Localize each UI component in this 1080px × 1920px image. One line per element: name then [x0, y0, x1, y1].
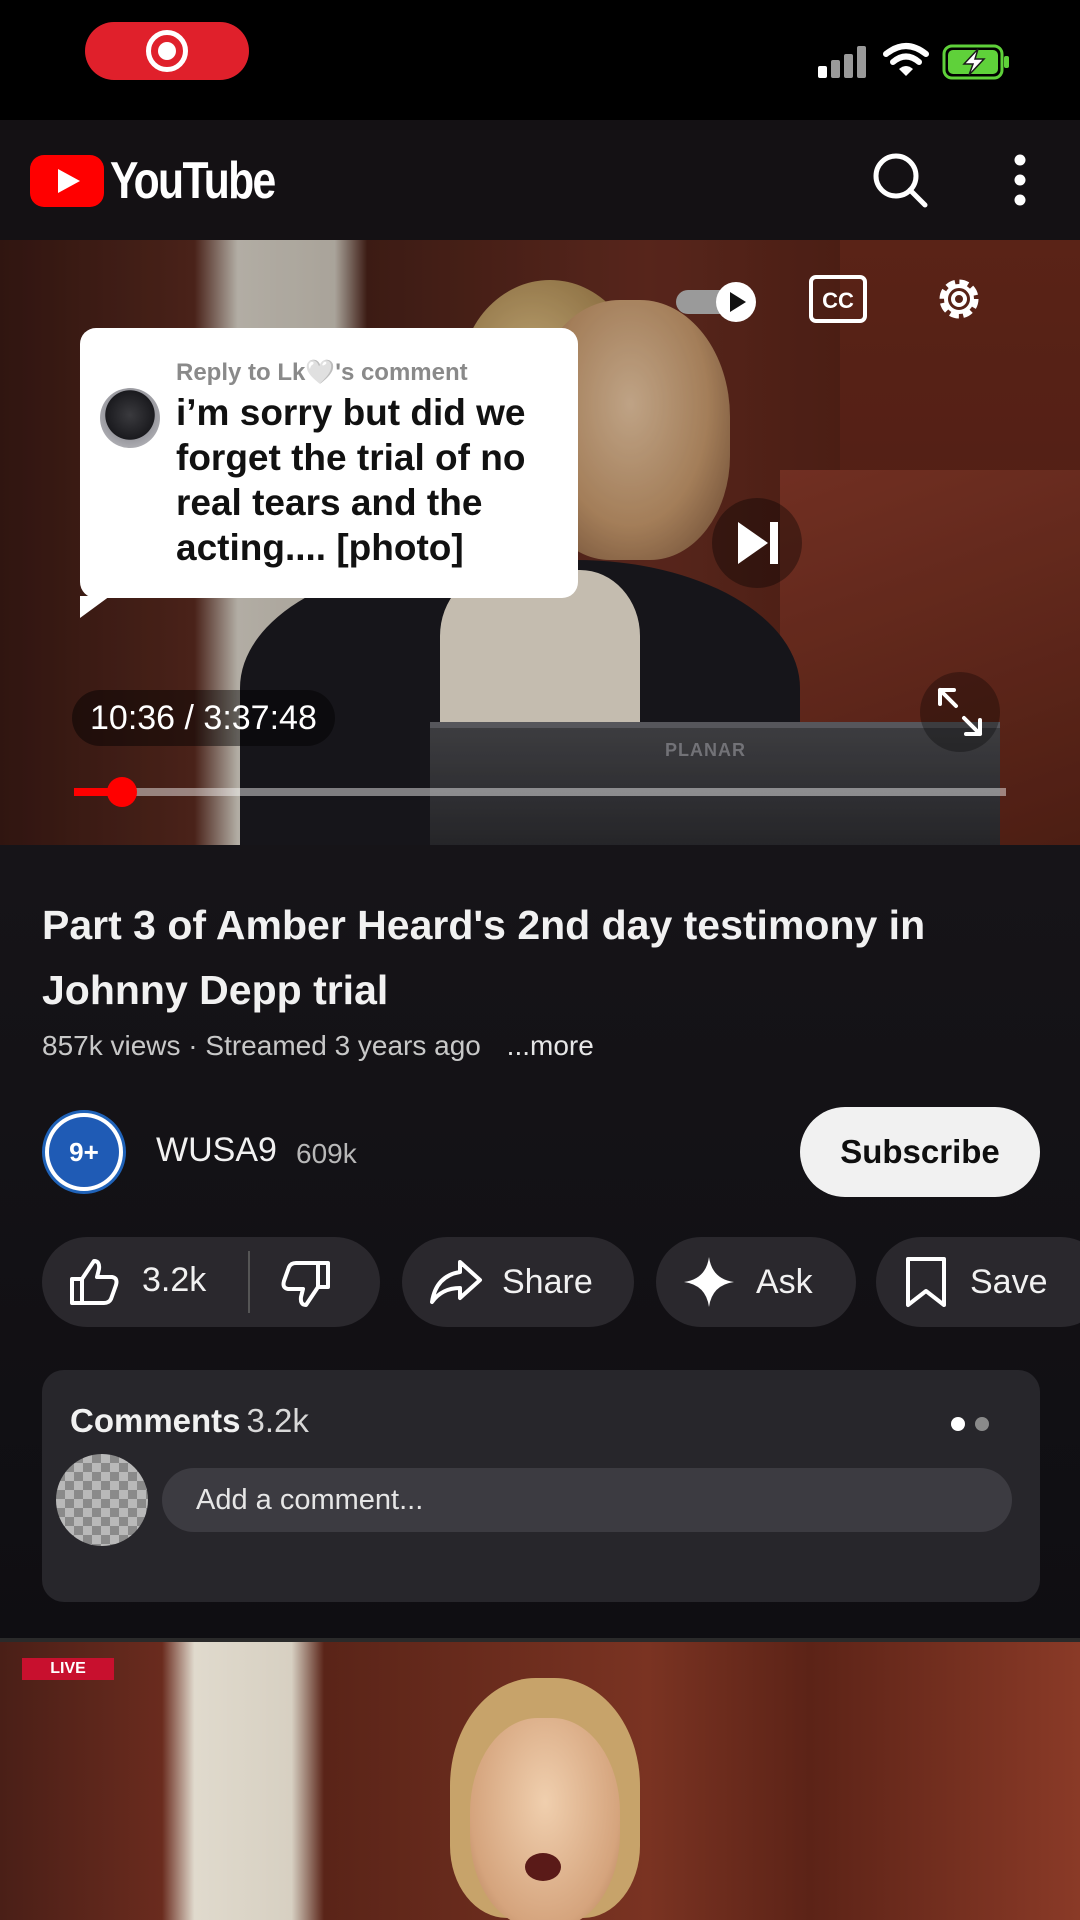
more-link[interactable]: ...more [507, 1030, 594, 1061]
next-track-icon[interactable] [712, 498, 802, 588]
svg-text:CC: CC [822, 288, 854, 313]
video-meta[interactable]: 857k views · Streamed 3 years ago ...mor… [42, 1030, 594, 1062]
comments-title: Comments [70, 1402, 241, 1439]
live-badge: LIVE [22, 1658, 114, 1680]
comments-section[interactable]: Comments 3.2k Add a comment... [42, 1370, 1040, 1602]
screen-record-indicator[interactable] [85, 22, 249, 80]
reply-header: Reply to Lk🤍's comment [176, 359, 468, 386]
channel-name[interactable]: WUSA9 [156, 1131, 277, 1170]
thumbs-up-icon[interactable] [68, 1257, 120, 1307]
closed-captions-icon[interactable]: CC [808, 274, 868, 324]
ask-button[interactable]: Ask [656, 1237, 856, 1327]
channel-logo: 9+ [49, 1117, 119, 1187]
reply-text: i’m sorry but did we forget the trial of… [176, 392, 526, 568]
time-display: 10:36 / 3:37:48 [72, 690, 335, 746]
comments-count: 3.2k [246, 1402, 309, 1439]
channel-avatar[interactable]: 9+ [42, 1110, 126, 1194]
settings-gear-icon[interactable] [930, 270, 988, 328]
subscribe-button[interactable]: Subscribe [800, 1107, 1040, 1197]
save-label: Save [970, 1262, 1048, 1301]
section-divider [0, 1638, 1080, 1642]
share-arrow-icon [430, 1260, 482, 1304]
view-count-and-date: 857k views · Streamed 3 years ago [42, 1030, 481, 1061]
save-button[interactable]: Save [876, 1237, 1080, 1327]
share-label: Share [502, 1262, 593, 1301]
fullscreen-icon[interactable] [920, 672, 1000, 752]
youtube-logo[interactable]: YouTube [30, 152, 311, 210]
more-vertical-icon[interactable] [1000, 152, 1040, 208]
ask-label: Ask [756, 1262, 813, 1301]
reply-avatar [100, 388, 160, 448]
user-avatar [56, 1454, 148, 1546]
record-dot [158, 42, 176, 60]
thumbs-down-icon[interactable] [280, 1259, 332, 1309]
share-button[interactable]: Share [402, 1237, 634, 1327]
video-info-panel: Part 3 of Amber Heard's 2nd day testimon… [0, 845, 1080, 1640]
wifi-icon [883, 43, 929, 76]
subscriber-count: 609k [296, 1138, 357, 1169]
comments-header: Comments 3.2k [70, 1402, 309, 1440]
app-name: YouTube [110, 152, 276, 210]
pagination-dots-icon [951, 1417, 989, 1431]
thumbnail-person [470, 1718, 620, 1920]
sparkle-icon [684, 1257, 734, 1307]
next-video-thumbnail[interactable]: LIVE [0, 1638, 1080, 1920]
like-dislike-button-group: 3.2k [42, 1237, 380, 1327]
like-dislike-divider [248, 1251, 250, 1313]
reply-comment-overlay: Reply to Lk🤍's comment i’m sorry but did… [80, 328, 578, 618]
bookmark-icon [906, 1257, 946, 1307]
battery-charging-icon [942, 44, 1009, 80]
search-icon[interactable] [870, 150, 930, 210]
progress-bar[interactable] [74, 777, 1006, 807]
video-title[interactable]: Part 3 of Amber Heard's 2nd day testimon… [42, 893, 1022, 1023]
thumbnail-mouth [525, 1853, 561, 1881]
status-bar [0, 0, 1080, 120]
youtube-play-icon [30, 155, 104, 207]
autoplay-toggle-icon[interactable] [674, 280, 762, 324]
like-count[interactable]: 3.2k [142, 1261, 206, 1300]
signal-bars-icon [818, 46, 870, 78]
add-comment-input[interactable]: Add a comment... [162, 1468, 1012, 1532]
